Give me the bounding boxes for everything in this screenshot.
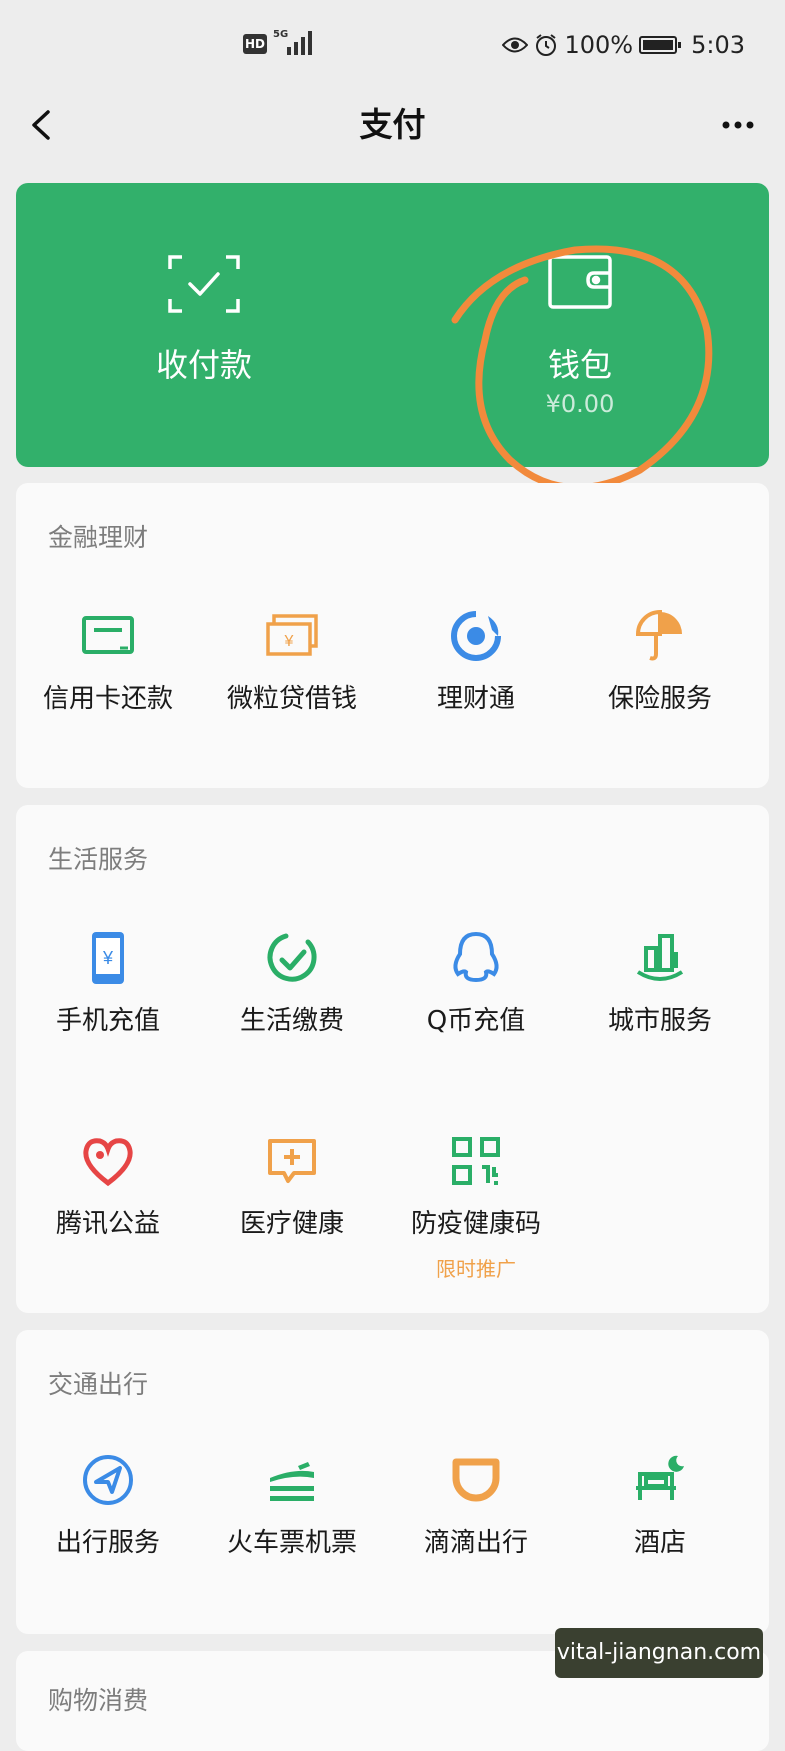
charity-heart-icon: [83, 1138, 133, 1187]
hotel-bed-icon: [636, 1455, 684, 1500]
travel-service-item[interactable]: 出行服务: [16, 1452, 200, 1572]
hd-badge: HD: [243, 34, 267, 54]
item-label: 理财通: [436, 684, 515, 714]
credit-card-icon: [82, 616, 134, 654]
item-label: Q币充值: [426, 1006, 526, 1036]
eye-icon: [502, 37, 529, 53]
page-title: 支付: [359, 105, 426, 144]
wallet-icon: [548, 255, 612, 309]
item-label: 微粒贷借钱: [226, 684, 357, 714]
hotel-item[interactable]: 酒店: [568, 1452, 752, 1572]
medical-icon: [268, 1139, 316, 1183]
section-title: 交通出行: [48, 1370, 149, 1399]
wallet-button[interactable]: 钱包 ¥0.00: [392, 183, 768, 467]
wallet-label: 钱包: [547, 346, 612, 384]
clock: 5:03: [691, 31, 745, 59]
wealth-icon: [451, 611, 501, 661]
section-title: 购物消费: [48, 1686, 149, 1715]
bill-payment-icon: [267, 933, 317, 982]
alarm-icon: [536, 34, 557, 56]
insurance-icon: [635, 609, 682, 661]
charity-item[interactable]: 腾讯公益: [16, 1133, 200, 1253]
item-label: 火车票机票: [226, 1528, 357, 1558]
svg-text:¥: ¥: [102, 948, 114, 968]
health-code-icon: [452, 1137, 500, 1185]
credit-card-repay-item[interactable]: 信用卡还款: [16, 608, 200, 728]
didi-icon: [452, 1458, 500, 1502]
status-bar: HD 5G 100% 5:03: [0, 0, 785, 90]
train-plane-item[interactable]: 火车票机票: [200, 1452, 384, 1572]
medical-item[interactable]: 医疗健康: [200, 1133, 384, 1253]
life-services-section: 生活服务 ¥ 手机充值 生活缴费 Q币充值 城市服务 腾讯公益 医疗健康 防疫健…: [16, 805, 769, 1313]
promo-tag: 限时推广: [436, 1257, 516, 1281]
item-label: 酒店: [633, 1528, 686, 1558]
signal-icon: [287, 31, 312, 55]
section-title: 生活服务: [48, 845, 149, 874]
item-label: 腾讯公益: [55, 1209, 160, 1239]
bill-payment-item[interactable]: 生活缴费: [200, 930, 384, 1050]
transport-section: 交通出行 出行服务 火车票机票 滴滴出行 酒店: [16, 1330, 769, 1634]
phone-topup-icon: ¥: [92, 932, 124, 984]
city-service-item[interactable]: 城市服务: [568, 930, 752, 1050]
wallet-balance: ¥0.00: [545, 390, 615, 418]
nav-bar: 支付: [0, 90, 785, 176]
item-label: 滴滴出行: [423, 1528, 528, 1558]
battery-percent: 100%: [564, 31, 634, 59]
more-options-icon[interactable]: [713, 100, 763, 150]
health-code-item[interactable]: 防疫健康码 限时推广: [384, 1133, 568, 1281]
item-label: 防疫健康码: [410, 1209, 541, 1239]
item-label: 保险服务: [607, 684, 712, 714]
battery-icon: [639, 36, 682, 54]
watermark: vital-jiangnan.com: [555, 1628, 763, 1678]
collect-pay-button[interactable]: 收付款: [16, 183, 392, 467]
licaitong-item[interactable]: 理财通: [384, 608, 568, 728]
finance-section: 金融理财 信用卡还款 ¥ 微粒贷借钱 理财通 保险服务: [16, 483, 769, 788]
item-label: 生活缴费: [239, 1006, 344, 1036]
qq-coin-item[interactable]: Q币充值: [384, 930, 568, 1050]
collect-pay-label: 收付款: [155, 346, 252, 384]
qq-coin-icon: [453, 931, 499, 983]
item-label: 出行服务: [55, 1528, 160, 1558]
scan-qr-icon: [168, 255, 240, 313]
city-service-icon: [636, 934, 684, 981]
section-title: 金融理财: [48, 523, 149, 552]
train-plane-icon: [270, 1462, 314, 1501]
phone-topup-item[interactable]: ¥ 手机充值: [16, 930, 200, 1050]
item-label: 手机充值: [55, 1006, 160, 1036]
payment-card: 收付款 钱包 ¥0.00: [16, 183, 769, 467]
item-label: 医疗健康: [239, 1209, 344, 1239]
didi-item[interactable]: 滴滴出行: [384, 1452, 568, 1572]
weilidai-item[interactable]: ¥ 微粒贷借钱: [200, 608, 384, 728]
svg-text:¥: ¥: [284, 633, 294, 650]
insurance-item[interactable]: 保险服务: [568, 608, 752, 728]
item-label: 信用卡还款: [42, 684, 173, 714]
navigation-icon: [83, 1455, 133, 1505]
item-label: 城市服务: [607, 1006, 712, 1036]
cash-icon: ¥: [266, 614, 318, 656]
